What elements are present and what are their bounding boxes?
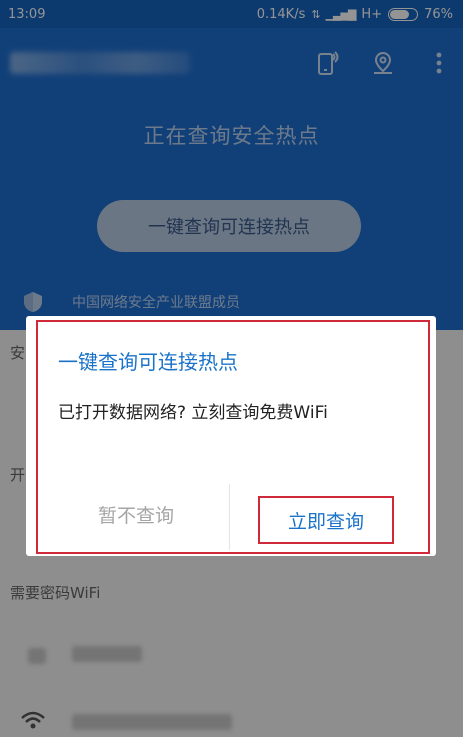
- cancel-button[interactable]: 暂不查询: [46, 492, 226, 536]
- button-divider: [229, 484, 230, 550]
- dialog-title: 一键查询可连接热点: [58, 350, 238, 374]
- dialog-message: 已打开数据网络? 立刻查询免费WiFi: [58, 403, 328, 423]
- screen: 13:09 0.14K/s ⇅ ▁▃▅▇ H+ 76% 正在查询安全热点 一键查…: [0, 0, 463, 737]
- query-dialog: 一键查询可连接热点 已打开数据网络? 立刻查询免费WiFi 暂不查询 立即查询: [26, 316, 436, 556]
- confirm-query-button[interactable]: 立即查询: [258, 496, 394, 544]
